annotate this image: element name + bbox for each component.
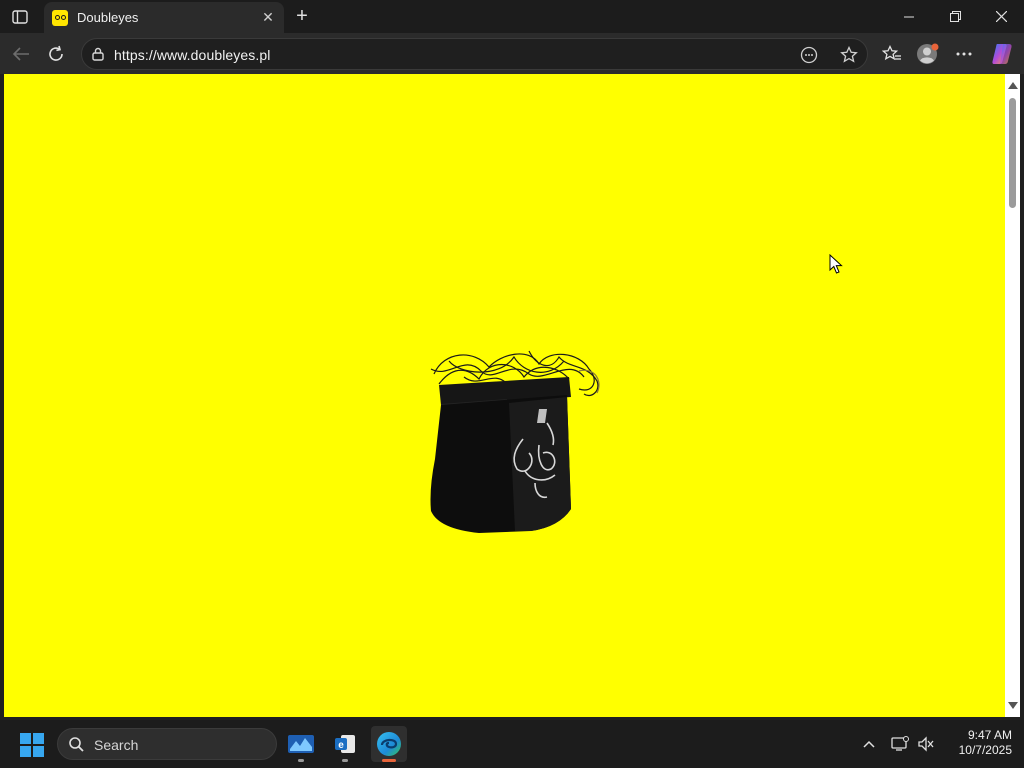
close-window-button[interactable] [978,0,1024,33]
refresh-button[interactable] [43,41,69,67]
windows-start-icon[interactable] [20,733,44,757]
tab-close-icon[interactable]: ✕ [258,8,278,28]
taskbar: Search e 9:47 AM 10/7/2025 [0,720,1024,768]
page-viewport [4,74,1005,717]
show-hidden-icons-chevron-icon[interactable] [857,730,881,758]
system-clock[interactable]: 9:47 AM 10/7/2025 [944,728,1012,758]
mouse-cursor-icon [829,254,843,274]
svg-text:e: e [338,740,344,751]
tab-doubleyes[interactable]: Doubleyes ✕ [44,2,284,33]
reader-options-icon[interactable] [798,44,820,66]
minimize-button[interactable] [886,0,932,33]
doubleyes-favicon-icon [52,9,68,26]
stocks-app-icon[interactable] [283,726,319,762]
favorite-star-icon[interactable] [838,44,860,66]
restore-button[interactable] [932,0,978,33]
taskbar-search-box[interactable]: Search [57,728,277,760]
search-icon [69,737,84,752]
new-tab-button[interactable]: + [290,5,314,27]
tab-actions-icon[interactable] [8,6,32,28]
tab-title: Doubleyes [77,10,139,25]
edge-browser-icon[interactable] [371,726,407,762]
copilot-icon[interactable] [989,41,1015,67]
outlook-app-icon[interactable]: e [327,726,363,762]
url-text[interactable]: https://www.doubleyes.pl [114,47,270,63]
browser-window: Doubleyes ✕ + https://www.doubleyes.pl [0,0,1024,720]
favorites-icon[interactable] [879,41,905,67]
clock-date: 10/7/2025 [958,743,1012,757]
back-button[interactable] [8,41,34,67]
black-bag-with-scribbled-wires-icon [430,350,600,533]
browser-toolbar: https://www.doubleyes.pl [0,33,1024,74]
scroll-up-arrow-icon[interactable] [1008,82,1018,89]
lock-icon[interactable] [91,47,105,61]
address-bar[interactable]: https://www.doubleyes.pl [81,38,868,70]
scroll-down-arrow-icon[interactable] [1008,702,1018,709]
page-scrollbar[interactable] [1005,74,1020,717]
tab-strip: Doubleyes ✕ + [0,0,1024,33]
more-options-icon[interactable] [951,41,977,67]
search-label: Search [94,737,139,753]
profile-avatar[interactable] [915,41,941,67]
clock-time: 9:47 AM [967,728,1012,742]
volume-muted-icon[interactable] [914,730,938,758]
scrollbar-thumb[interactable] [1009,98,1016,208]
network-icon[interactable] [888,730,912,758]
